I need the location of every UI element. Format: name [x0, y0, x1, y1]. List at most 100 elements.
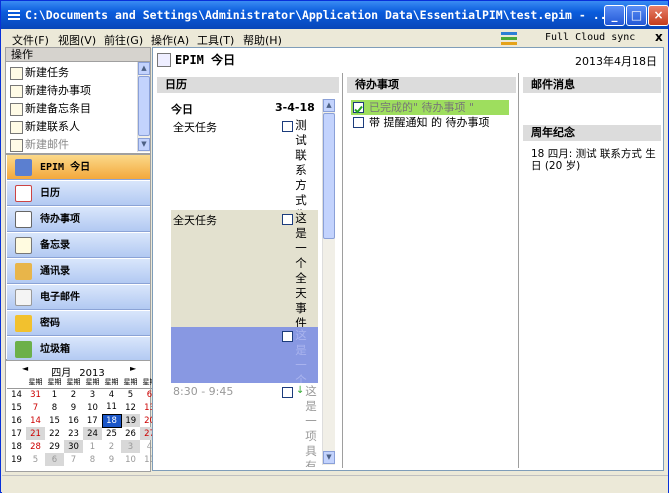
calendar-scrollbar[interactable]: ▲ ▼ — [322, 99, 335, 465]
event-text[interactable]: 这是一项具有重要 — [304, 384, 318, 467]
event-checkbox[interactable] — [282, 214, 293, 225]
event-text[interactable]: 这是一个事件 — [294, 328, 308, 383]
new-mail-action[interactable]: 新建邮件 — [10, 136, 69, 153]
next-month-icon[interactable]: ► — [130, 364, 136, 373]
menu-close-button[interactable]: x — [655, 30, 663, 44]
calendar-slot[interactable]: 全天任务 测试联系方式生日 — [171, 117, 318, 210]
calendar-day[interactable]: 10 — [83, 401, 102, 414]
calendar-day[interactable]: 4 — [102, 388, 121, 401]
calendar-day[interactable]: 5 — [121, 388, 140, 401]
mail-icon — [15, 289, 32, 306]
calendar-day[interactable]: 12 — [121, 401, 140, 414]
cloud-sync-icon[interactable] — [500, 30, 518, 46]
nav-item-todo[interactable]: 待办事项 — [7, 207, 150, 232]
event-checkbox[interactable] — [282, 121, 293, 132]
calendar-slot[interactable]: 全天任务 这是一个全天事件它也有 — [171, 210, 318, 327]
todo-column: 待办事项 已完成的" 待办事项 " 带 提醒通知 的 待办事项 — [347, 73, 516, 468]
scroll-thumb[interactable] — [138, 76, 150, 136]
calendar-day[interactable]: 8 — [83, 453, 102, 466]
calendar-day[interactable]: 9 — [64, 401, 83, 414]
calendar-day[interactable]: 1 — [45, 388, 64, 401]
new-note-action[interactable]: 新建备忘条目 — [10, 100, 91, 118]
calendar-day[interactable]: 3 — [121, 440, 140, 453]
calendar-day[interactable]: 17 — [83, 414, 102, 427]
menu-view[interactable]: 视图(V) — [58, 32, 96, 48]
calendar-day[interactable]: 16 — [64, 414, 83, 427]
nav-item-notes[interactable]: 备忘录 — [7, 233, 150, 258]
calendar-day[interactable]: 6 — [45, 453, 64, 466]
calendar-slot[interactable]: 这是一个事件 — [171, 327, 318, 383]
calendar-day[interactable]: 24 — [83, 427, 102, 440]
calendar-day[interactable]: 3 — [83, 388, 102, 401]
calendar-day[interactable]: 14 — [26, 414, 45, 427]
week-number: 15 — [11, 402, 22, 413]
nav-item-recycle[interactable]: 垃圾箱 — [7, 337, 150, 362]
module-nav: EPIM 今日 日历 待办事项 备忘录 通讯录 电子邮件 密码 垃圾箱 — [5, 154, 151, 362]
scroll-down-icon[interactable]: ▼ — [323, 451, 335, 464]
close-button[interactable]: × — [648, 5, 669, 26]
calendar-day-selected[interactable]: 18 — [101, 413, 122, 428]
event-checkbox[interactable] — [282, 331, 293, 342]
calendar-day[interactable]: 30 — [64, 440, 83, 453]
nav-item-calendar[interactable]: 日历 — [7, 181, 150, 206]
nav-item-contacts[interactable]: 通讯录 — [7, 259, 150, 284]
event-checkbox[interactable] — [282, 387, 293, 398]
calendar-day[interactable]: 23 — [64, 427, 83, 440]
calendar-day[interactable]: 26 — [121, 427, 140, 440]
week-number: 17 — [11, 428, 22, 439]
todo-item-completed[interactable]: 已完成的" 待办事项 " — [351, 100, 509, 115]
menu-file[interactable]: 文件(F) — [12, 32, 49, 48]
calendar-day[interactable]: 19 — [121, 414, 140, 427]
calendar-day[interactable]: 15 — [45, 414, 64, 427]
todo-checkbox[interactable] — [353, 117, 364, 128]
calendar-day[interactable]: 2 — [102, 440, 121, 453]
title-bar[interactable]: C:\Documents and Settings\Administrator\… — [1, 1, 669, 29]
calendar-day[interactable]: 29 — [45, 440, 64, 453]
nav-item-mail[interactable]: 电子邮件 — [7, 285, 150, 310]
new-contact-action[interactable]: 新建联系人 — [10, 118, 80, 136]
calendar-day[interactable]: 28 — [26, 440, 45, 453]
calendar-day[interactable]: 22 — [45, 427, 64, 440]
calendar-day[interactable]: 9 — [102, 453, 121, 466]
calendar-day[interactable]: 10 — [121, 453, 140, 466]
calendar-day[interactable]: 21 — [26, 427, 45, 440]
nav-item-epim-today[interactable]: EPIM 今日 — [7, 155, 150, 180]
todo-checkbox-checked[interactable] — [353, 102, 364, 114]
new-todo-label: 新建待办事项 — [25, 84, 91, 97]
calendar-day[interactable]: 2 — [64, 388, 83, 401]
calendar-day[interactable]: 11 — [102, 401, 121, 414]
menu-goto[interactable]: 前往(G) — [104, 32, 143, 48]
anniversary-section-title: 周年纪念 — [523, 125, 661, 141]
menu-tools[interactable]: 工具(T) — [197, 32, 234, 48]
menu-help[interactable]: 帮助(H) — [243, 32, 282, 48]
calendar-day[interactable]: 7 — [64, 453, 83, 466]
menu-actions[interactable]: 操作(A) — [151, 32, 189, 48]
scroll-thumb[interactable] — [323, 113, 335, 239]
calendar-day[interactable]: 31 — [26, 388, 45, 401]
scroll-up-icon[interactable]: ▲ — [138, 62, 150, 75]
event-text[interactable]: 这是一个全天事件它也有 — [294, 211, 308, 327]
calendar-day[interactable]: 5 — [26, 453, 45, 466]
contacts-icon — [15, 263, 32, 280]
nav-item-passwords[interactable]: 密码 — [7, 311, 150, 336]
calendar-day[interactable]: 25 — [102, 427, 121, 440]
scroll-down-icon[interactable]: ▼ — [138, 138, 150, 151]
minimize-button[interactable]: _ — [604, 5, 625, 26]
birthday-entry[interactable]: 18 四月: 测试 联系方式 生日 (20 岁) — [531, 148, 659, 172]
week-number: 18 — [11, 441, 22, 452]
calendar-day[interactable]: 8 — [45, 401, 64, 414]
maximize-button[interactable]: □ — [626, 5, 647, 26]
full-cloud-sync-label[interactable]: Full Cloud sync — [545, 32, 635, 43]
new-todo-action[interactable]: 新建待办事项 — [10, 82, 91, 100]
date-column-header[interactable]: 3-4-18 — [275, 101, 315, 114]
calendar-day[interactable]: 7 — [26, 401, 45, 414]
scroll-up-icon[interactable]: ▲ — [323, 99, 335, 112]
calendar-slot[interactable]: 8:30 - 9:45 ↓ 这是一项具有重要 — [171, 383, 318, 467]
actions-scrollbar[interactable]: ▲ ▼ — [137, 62, 150, 152]
calendar-day[interactable]: 1 — [83, 440, 102, 453]
todo-icon — [15, 211, 32, 228]
calendar-column: 日历 今日 3-4-18 全天任务 测试联系方式生日 全天任务 这是一个全天事件… — [157, 73, 339, 468]
event-text[interactable]: 测试联系方式生日 — [294, 118, 308, 210]
todo-item[interactable]: 带 提醒通知 的 待办事项 — [351, 115, 509, 130]
new-task-action[interactable]: 新建任务 — [10, 64, 69, 82]
